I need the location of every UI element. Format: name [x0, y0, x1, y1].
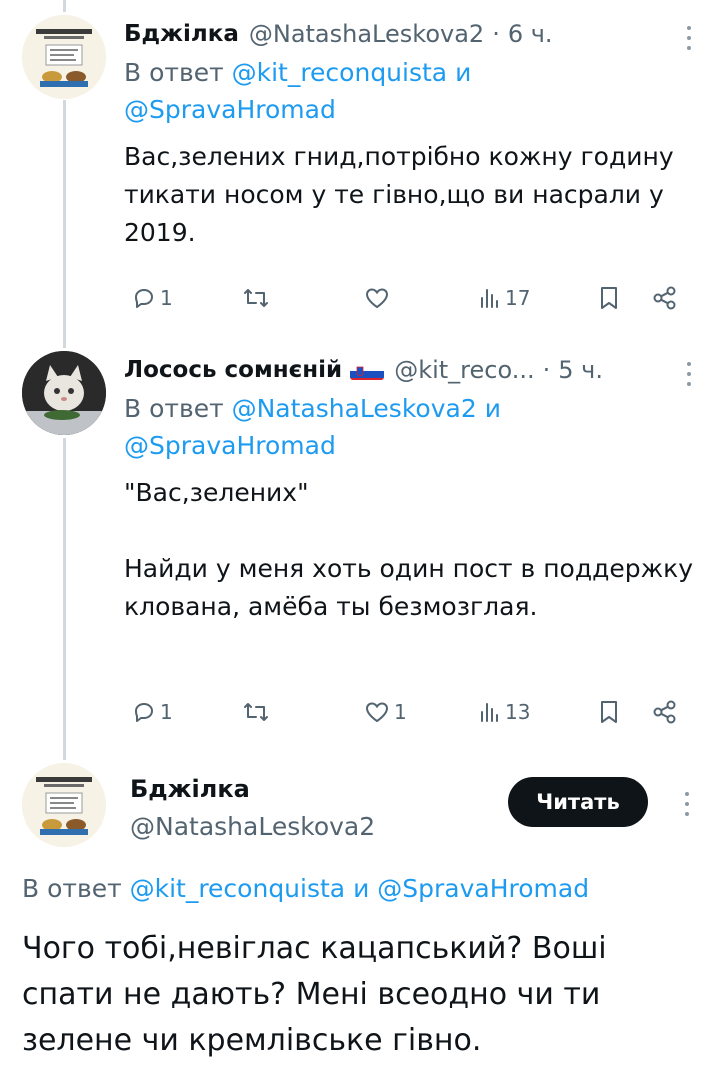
views-icon	[481, 289, 498, 308]
separator-dot: ·	[492, 20, 500, 48]
reply-and: и	[455, 58, 472, 87]
share-button[interactable]	[652, 697, 678, 727]
retweet-button[interactable]	[242, 697, 270, 727]
display-name[interactable]: Лосось сомнєній	[124, 354, 342, 386]
reply-and: и	[353, 874, 370, 903]
reply-button[interactable]: 1	[132, 697, 173, 727]
views-count: 13	[505, 700, 531, 724]
reply-and: и	[484, 394, 501, 423]
reply-prefix: В ответ	[124, 394, 224, 423]
main-tweet-text: Чого тобі,невіглас кацапський? Воші спат…	[22, 926, 702, 1064]
timestamp[interactable]: 6 ч.	[508, 18, 553, 50]
tweet-text-content: Чого тобі,невіглас кацапський? Воші спат…	[22, 931, 607, 1058]
reply-mention[interactable]: @SpravaHromad	[377, 874, 589, 903]
tweet-text: "Вас,зелених" Найди у меня хоть один пос…	[124, 474, 696, 626]
reply-icon	[135, 703, 153, 722]
timestamp[interactable]: 5 ч.	[558, 354, 603, 386]
more-options-icon[interactable]	[686, 362, 692, 386]
reply-icon	[135, 289, 153, 308]
reply-button[interactable]: 1	[132, 283, 173, 313]
display-name[interactable]: Бджілка	[130, 772, 375, 806]
reply-mention[interactable]: @NatashaLeskova2	[232, 394, 477, 423]
slovenia-flag-icon	[350, 360, 385, 380]
separator-dot: ·	[542, 356, 551, 384]
reply-mention[interactable]: @kit_reconquista	[232, 58, 448, 87]
thread-line-1	[63, 100, 66, 348]
bookmark-button[interactable]	[598, 283, 620, 313]
tweet-text-line: "Вас,зелених"	[124, 478, 309, 507]
display-name[interactable]: Бджілка	[124, 18, 239, 50]
cat-photo-icon	[22, 351, 106, 435]
more-options-icon[interactable]	[686, 26, 692, 50]
views-button[interactable]: 17	[479, 283, 530, 313]
reply-mention[interactable]: @kit_reconquista	[130, 874, 346, 903]
reply-prefix: В ответ	[124, 58, 224, 87]
user-handle[interactable]: @kit_reco...	[394, 354, 534, 386]
avatar[interactable]	[22, 763, 106, 847]
reply-tweet-2[interactable]: Лосось сомнєній @kit_reco... · 5 ч. В от…	[124, 354, 696, 626]
follow-button[interactable]: Читать	[508, 777, 648, 827]
tweet-text: Вас,зелених гнид,потрібно кожну годину т…	[124, 138, 696, 252]
more-options-icon[interactable]	[684, 792, 690, 816]
retweet-icon	[244, 289, 268, 307]
reply-mention[interactable]: @SpravaHromad	[124, 95, 336, 124]
views-button[interactable]: 13	[479, 697, 530, 727]
like-count: 1	[394, 700, 407, 724]
share-icon	[653, 286, 676, 310]
thread-line-2	[63, 438, 66, 760]
reply-context: В ответ @kit_reconquista и @SpravaHromad	[124, 54, 696, 128]
reply-prefix: В ответ	[22, 874, 122, 903]
thread-line-top	[63, 0, 66, 12]
reply-count: 1	[160, 286, 173, 310]
reply-tweet-1[interactable]: Бджілка @NatashaLeskova2 · 6 ч. В ответ …	[124, 18, 696, 252]
user-handle[interactable]: @NatashaLeskova2	[249, 18, 484, 50]
heart-icon	[365, 288, 389, 309]
tweet-text-line: Найди у меня хоть один пост в поддержку …	[124, 554, 694, 621]
action-bar: 1 1 13	[124, 696, 696, 728]
like-button[interactable]: 1	[364, 697, 407, 727]
main-tweet-author: Бджілка @NatashaLeskova2	[130, 772, 375, 846]
like-button[interactable]	[364, 283, 390, 313]
retweet-icon	[244, 703, 268, 721]
reply-context: В ответ @NatashaLeskova2 и @SpravaHromad	[124, 390, 696, 464]
reply-mention[interactable]: @SpravaHromad	[124, 431, 336, 460]
main-reply-context: В ответ @kit_reconquista и @SpravaHromad	[22, 870, 589, 908]
reply-count: 1	[160, 700, 173, 724]
bee-keepers-logo-icon	[22, 15, 106, 99]
retweet-button[interactable]	[242, 283, 270, 313]
bookmark-button[interactable]	[598, 697, 620, 727]
share-button[interactable]	[652, 283, 678, 313]
bookmark-icon	[601, 287, 617, 309]
avatar[interactable]	[22, 15, 106, 99]
tweet-text-content: Вас,зелених гнид,потрібно кожну годину т…	[124, 142, 674, 247]
heart-icon	[365, 702, 389, 723]
user-handle[interactable]: @NatashaLeskova2	[130, 808, 375, 846]
bee-keepers-logo-icon	[22, 763, 106, 847]
share-icon	[653, 700, 676, 724]
views-count: 17	[505, 286, 531, 310]
action-bar: 1 17	[124, 282, 696, 314]
avatar[interactable]	[22, 351, 106, 435]
views-icon	[481, 703, 498, 722]
bookmark-icon	[601, 701, 617, 723]
